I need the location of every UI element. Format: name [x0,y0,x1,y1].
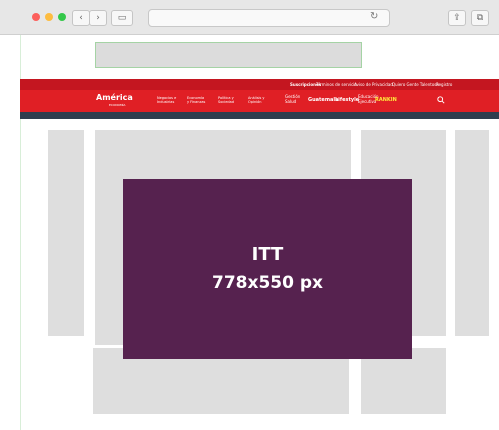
top-link-privacidad[interactable]: Aviso de Privacidad [354,81,393,89]
nav-item-negocios[interactable]: Negocios e Industrias [157,96,177,104]
nav-item-guatemala[interactable]: Guatemala [308,97,339,103]
itt-ad-size: 778x550 px [212,273,323,293]
forward-icon: › [96,13,100,23]
nav-item-lifestyle[interactable]: Lifestyle [335,97,359,103]
reload-icon[interactable]: ↻ [370,10,378,24]
nav-item-gestion-salud[interactable]: Gestión Salud [285,94,303,104]
nav-item-analisis[interactable]: Análisis y Opinión [248,96,268,104]
share-icon: ⇪ [453,13,461,23]
close-window-button[interactable] [32,13,40,21]
site-logo-tagline: ECONOMÍA [109,103,126,107]
left-column-placeholder [48,130,84,336]
minimize-window-button[interactable] [45,13,53,21]
nav-item-economia[interactable]: Economía y Finanzas [187,96,207,104]
far-right-column-placeholder [455,130,489,336]
nav-item-ranking[interactable]: RANKIN [373,96,399,104]
top-banner-placeholder [95,42,362,68]
sidebar-icon: ▭ [117,13,127,23]
header-bottom-bar [20,112,499,119]
share-button[interactable]: ⇪ [448,10,466,26]
forward-button[interactable]: › [89,10,107,26]
tabs-icon: ⧉ [476,13,484,23]
site-logo[interactable]: América [96,94,133,102]
search-icon[interactable] [437,96,445,104]
sidebar-toggle-button[interactable]: ▭ [111,10,133,26]
itt-ad-overlay[interactable] [123,179,412,359]
top-link-registro[interactable]: Registro [436,81,452,89]
address-bar[interactable] [148,9,390,27]
zoom-window-button[interactable] [58,13,66,21]
nav-item-politica[interactable]: Política y Sociedad [218,96,236,104]
top-link-talentosa[interactable]: Quiero Gente Talentosa [392,81,439,89]
back-button[interactable]: ‹ [72,10,90,26]
tabs-button[interactable]: ⧉ [471,10,489,26]
back-icon: ‹ [79,13,83,23]
top-link-terminos[interactable]: Términos de servicio [316,81,357,89]
itt-ad-title: ITT [251,244,284,265]
